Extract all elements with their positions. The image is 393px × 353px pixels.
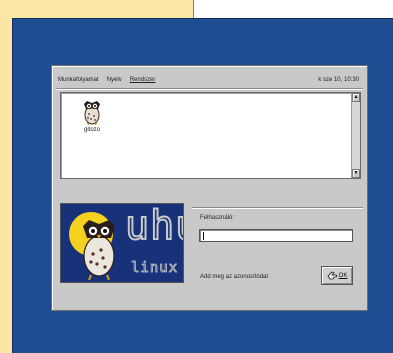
clock-label: k sze 10, 10:30 bbox=[318, 77, 359, 83]
user-entry[interactable]: gitozo bbox=[77, 99, 107, 133]
username-label: Felhasználó: bbox=[200, 215, 235, 221]
scroll-down-button[interactable]: ▼ bbox=[352, 169, 360, 178]
menu-nyelv[interactable]: Nyelv bbox=[107, 72, 122, 88]
menubar: Munkafolyamat Nyelv Rendszer k sze 10, 1… bbox=[58, 72, 361, 88]
uhu-linux-logo: uhu linux bbox=[60, 203, 184, 283]
hand-pointer-icon bbox=[327, 271, 338, 280]
text-caret bbox=[203, 232, 204, 240]
logo-wordmark: uhu bbox=[124, 203, 183, 250]
menu-rendszer[interactable]: Rendszer bbox=[130, 72, 156, 88]
ok-button-label: OK bbox=[338, 272, 348, 279]
menubar-separator bbox=[56, 88, 363, 90]
scroll-up-button[interactable]: ▲ bbox=[352, 93, 360, 102]
login-separator bbox=[192, 207, 363, 209]
username-input[interactable] bbox=[199, 229, 353, 242]
logo-subtitle: linux bbox=[131, 260, 179, 277]
user-name: gitozo bbox=[83, 127, 100, 133]
ok-button[interactable]: OK bbox=[321, 266, 353, 285]
login-dialog: Munkafolyamat Nyelv Rendszer k sze 10, 1… bbox=[51, 65, 368, 311]
background-paper bbox=[193, 0, 393, 18]
user-list-scrollbar[interactable]: ▲ ▼ bbox=[351, 93, 360, 178]
menu-munkafolyamat[interactable]: Munkafolyamat bbox=[58, 72, 99, 88]
owl-avatar-icon bbox=[84, 101, 100, 125]
login-prompt: Add meg az azonosítódat bbox=[200, 274, 269, 280]
user-list[interactable]: gitozo ▲ ▼ bbox=[60, 92, 361, 179]
